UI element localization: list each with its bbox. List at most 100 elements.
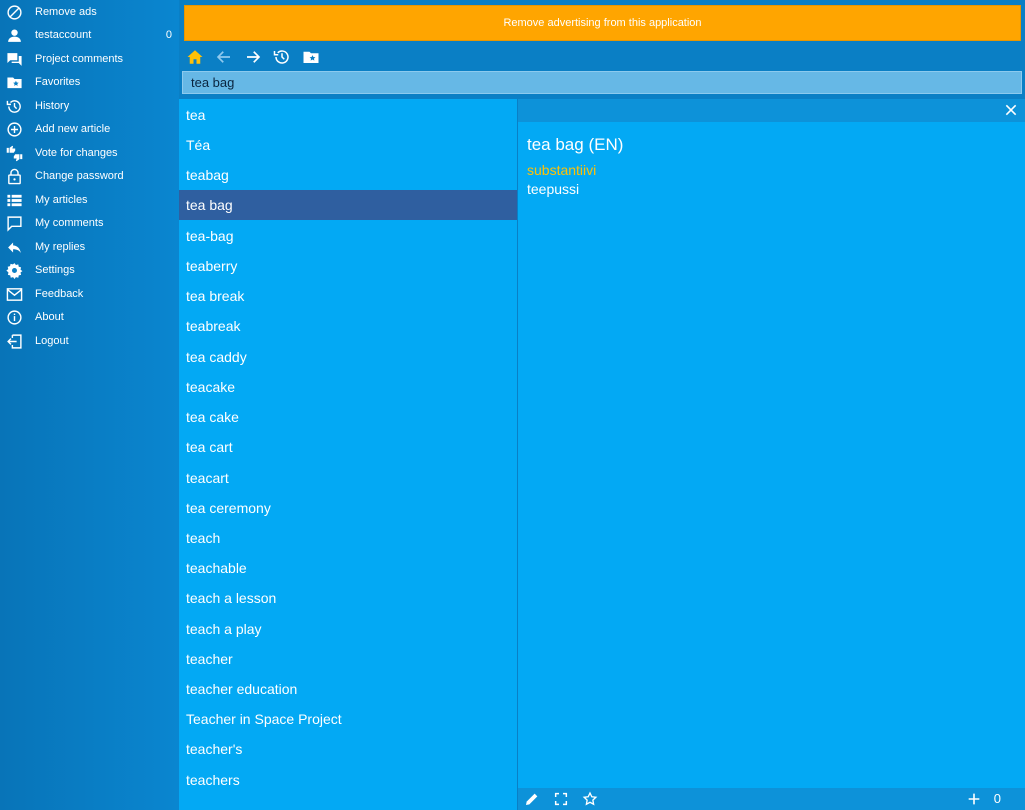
comment-icon <box>6 215 23 232</box>
list-item[interactable]: teachers <box>179 765 517 795</box>
list-item[interactable]: teabag <box>179 160 517 190</box>
sidebar-item-label: My replies <box>35 241 86 253</box>
sidebar-item-label: testaccount <box>35 29 92 41</box>
search-input[interactable] <box>183 72 1021 93</box>
sidebar-item-my-replies[interactable]: My replies <box>0 236 179 259</box>
list-item[interactable]: teacher education <box>179 674 517 704</box>
add-circle-icon <box>6 121 23 138</box>
edit-button[interactable] <box>524 791 540 807</box>
detail-header <box>518 99 1025 122</box>
list-item-selected[interactable]: tea bag <box>179 190 517 220</box>
list-item[interactable]: teacart <box>179 463 517 493</box>
word-list: tea Téa teabag tea bag tea-bag teaberry … <box>179 99 517 810</box>
history-button[interactable] <box>271 46 293 68</box>
sidebar-item-label: Feedback <box>35 288 84 300</box>
sidebar-item-label: Settings <box>35 264 75 276</box>
list-item[interactable]: teaberry <box>179 251 517 281</box>
sidebar-item-label: My articles <box>35 194 88 206</box>
plus-icon <box>968 793 980 805</box>
sidebar-item-label: History <box>35 100 70 112</box>
user-icon <box>6 27 23 44</box>
sidebar-item-logout[interactable]: Logout <box>0 330 179 353</box>
add-vote-button[interactable] <box>966 791 982 807</box>
sidebar-item-label: Project comments <box>35 53 124 65</box>
history-icon <box>6 98 23 115</box>
entry-detail-pane: tea bag (EN) substantiivi teepussi 0 <box>518 99 1025 810</box>
entry-translation: teepussi <box>527 181 580 197</box>
vote-count: 0 <box>993 791 1001 806</box>
close-button[interactable] <box>1003 102 1019 118</box>
list-item[interactable]: tea ceremony <box>179 493 517 523</box>
favorites-button[interactable] <box>300 46 322 68</box>
sidebar-item-label: Change password <box>35 170 124 182</box>
history-icon <box>273 50 289 64</box>
sidebar-item-my-articles[interactable]: My articles <box>0 189 179 212</box>
sidebar-item-add-article[interactable]: Add new article <box>0 118 179 141</box>
list-item[interactable]: tea-bag <box>179 221 517 251</box>
list-item[interactable]: Teacher in Space Project <box>179 704 517 734</box>
list-item[interactable]: teacake <box>179 372 517 402</box>
sidebar-item-vote[interactable]: Vote for changes <box>0 142 179 165</box>
gear-icon <box>6 262 23 279</box>
sidebar-item-label: About <box>35 311 64 323</box>
list-item[interactable]: teach <box>179 523 517 553</box>
sidebar-item-label: My comments <box>35 217 104 229</box>
entry-part-of-speech: substantiivi <box>527 162 597 178</box>
detail-footer: 0 <box>518 788 1025 810</box>
reply-icon <box>6 239 23 256</box>
forward-arrow-icon <box>247 51 261 63</box>
sidebar-item-about[interactable]: About <box>0 306 179 329</box>
sidebar-item-label: Favorites <box>35 76 81 88</box>
sidebar-item-history[interactable]: History <box>0 95 179 118</box>
list-item[interactable]: teacher <box>179 644 517 674</box>
sidebar-item-label: Remove ads <box>35 6 97 18</box>
star-icon <box>582 791 598 806</box>
favorite-button[interactable] <box>582 791 598 807</box>
list-item[interactable]: teach a lesson <box>179 583 517 613</box>
list-item[interactable]: teach a play <box>179 614 517 644</box>
logout-icon <box>6 333 23 350</box>
sidebar-item-account[interactable]: testaccount 0 <box>0 24 179 47</box>
edit-icon <box>526 793 538 805</box>
list-item[interactable]: teachable <box>179 553 517 583</box>
sidebar-item-remove-ads[interactable]: Remove ads <box>0 1 179 24</box>
sidebar-item-change-password[interactable]: Change password <box>0 165 179 188</box>
list-icon <box>6 192 23 209</box>
back-arrow-icon <box>216 51 230 63</box>
home-icon <box>187 50 203 64</box>
sidebar-item-label: Add new article <box>35 123 111 135</box>
fullscreen-button[interactable] <box>553 791 569 807</box>
folder-star-icon <box>6 74 23 91</box>
block-icon <box>6 4 23 21</box>
sidebar-item-settings[interactable]: Settings <box>0 259 179 282</box>
close-icon <box>1005 104 1017 116</box>
sidebar-item-label: Vote for changes <box>35 147 118 159</box>
back-button[interactable] <box>213 46 235 68</box>
list-item[interactable]: tea caddy <box>179 342 517 372</box>
info-icon <box>6 309 23 326</box>
forward-button[interactable] <box>242 46 264 68</box>
list-item[interactable]: teabreak <box>179 311 517 341</box>
account-count: 0 <box>165 29 172 41</box>
fullscreen-icon <box>554 792 568 806</box>
folder-star-icon <box>303 51 319 63</box>
chat-bubbles-icon <box>6 51 23 68</box>
sidebar-item-label: Logout <box>35 335 69 347</box>
sidebar-item-my-comments[interactable]: My comments <box>0 212 179 235</box>
search-bar <box>182 71 1022 94</box>
home-button[interactable] <box>184 46 206 68</box>
entry-title: tea bag (EN) <box>527 135 624 154</box>
sidebar-item-favorites[interactable]: Favorites <box>0 71 179 94</box>
list-item[interactable]: tea cart <box>179 432 517 462</box>
list-item[interactable]: tea cake <box>179 402 517 432</box>
lock-icon <box>6 168 23 185</box>
list-item[interactable]: tea break <box>179 281 517 311</box>
list-item[interactable]: Téa <box>179 130 517 160</box>
sidebar-item-feedback[interactable]: Feedback <box>0 283 179 306</box>
list-item[interactable]: teacher's <box>179 734 517 764</box>
thumbs-icon <box>6 145 23 162</box>
remove-ads-banner[interactable]: Remove advertising from this application <box>184 5 1021 41</box>
sidebar-item-project-comments[interactable]: Project comments <box>0 48 179 71</box>
mail-icon <box>6 286 23 303</box>
list-item[interactable]: tea <box>179 100 517 130</box>
